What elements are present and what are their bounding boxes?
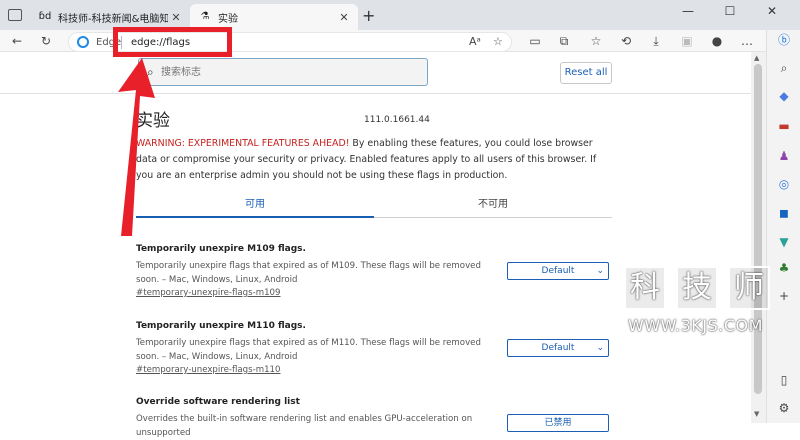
annotation-arrow — [118, 58, 155, 236]
arrow-shape — [118, 58, 155, 236]
watermark-char: 科 — [624, 266, 666, 310]
watermark-char: 师 — [728, 266, 770, 310]
watermark-url: WWW.3KJS.COM — [628, 316, 763, 335]
watermark-char: 技 — [676, 266, 718, 310]
